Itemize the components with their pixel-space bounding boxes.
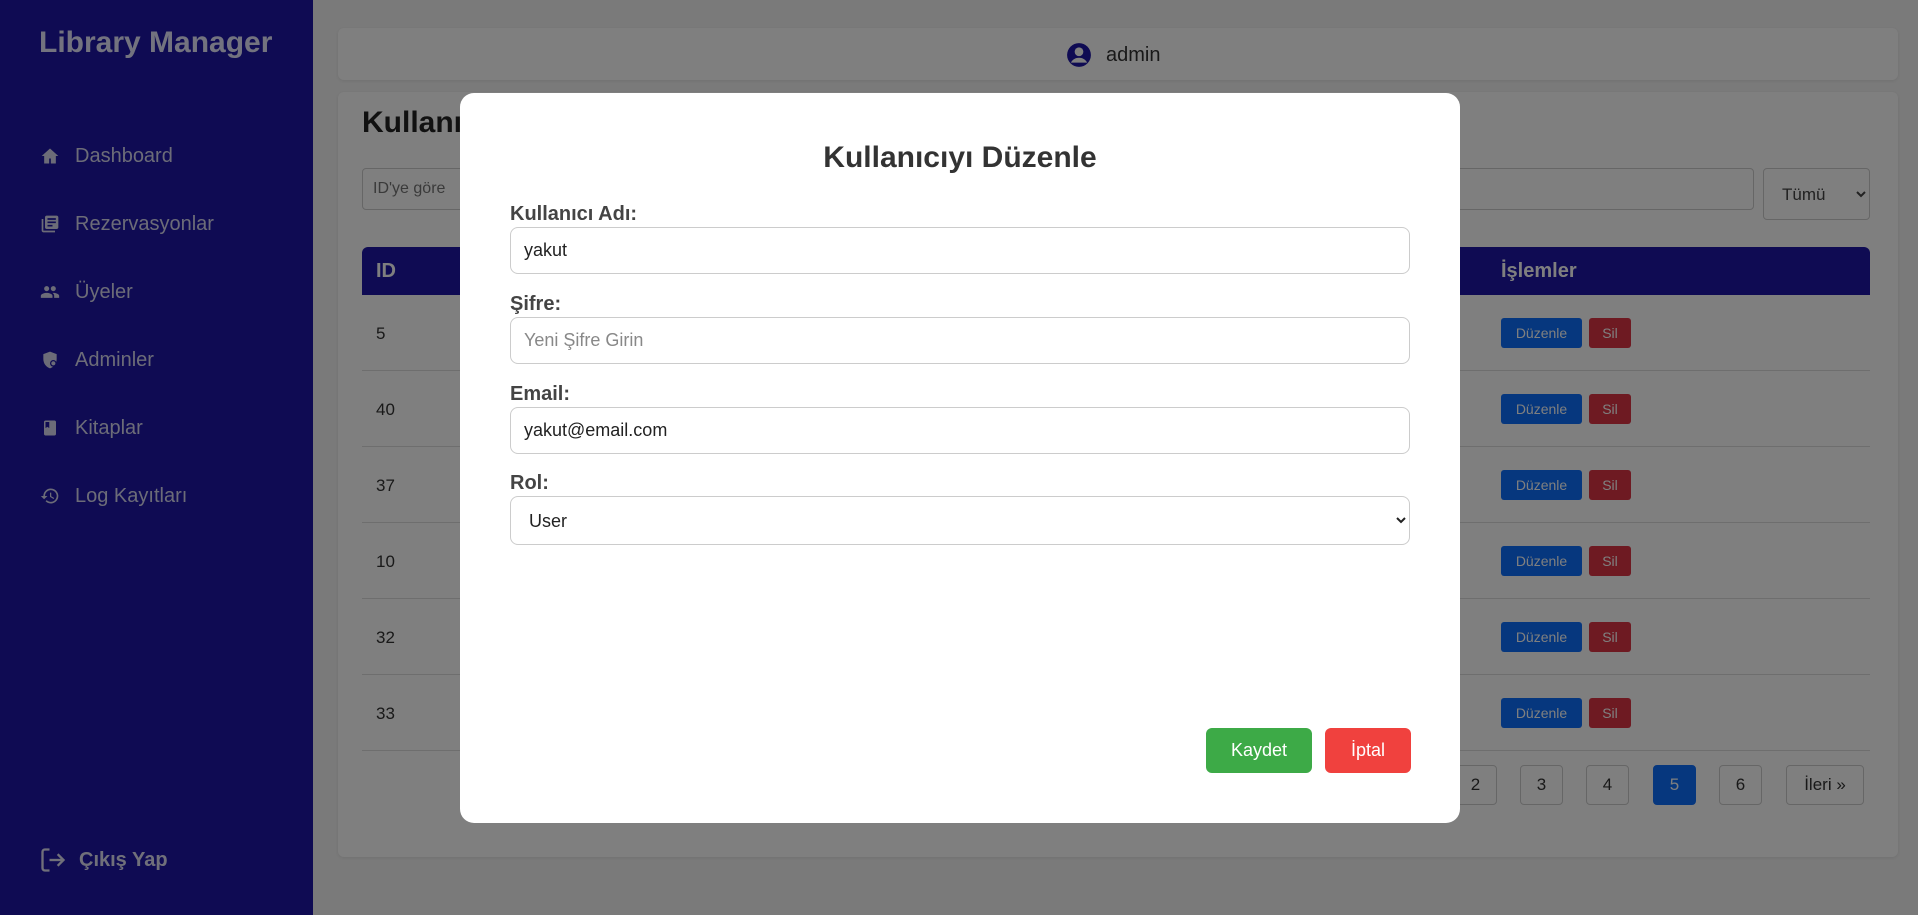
modal-title: Kullanıcıyı Düzenle — [823, 141, 1097, 174]
email-label: Email: — [510, 383, 571, 405]
edit-user-modal: Kullanıcıyı Düzenle Kullanıcı Adı: Şifre… — [460, 93, 1460, 823]
password-label: Şifre: — [510, 293, 562, 315]
password-field[interactable] — [510, 317, 1410, 364]
email-field[interactable] — [510, 407, 1410, 454]
username-label: Kullanıcı Adı: — [510, 203, 638, 225]
role-label: Rol: — [510, 472, 549, 494]
save-button[interactable]: Kaydet — [1206, 728, 1312, 773]
username-field[interactable] — [510, 227, 1410, 274]
cancel-button[interactable]: İptal — [1325, 728, 1411, 773]
role-select[interactable]: User — [510, 496, 1410, 545]
